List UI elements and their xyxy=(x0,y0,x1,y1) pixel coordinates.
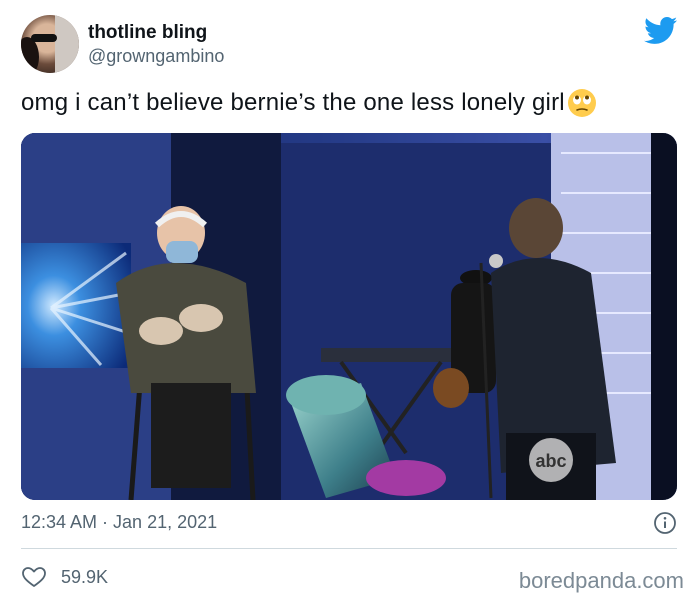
avatar-hair xyxy=(21,37,39,73)
heart-icon[interactable] xyxy=(21,565,47,589)
divider xyxy=(21,548,677,549)
avatar-background xyxy=(55,15,79,73)
concert-scene-image: abc xyxy=(21,133,677,500)
info-icon[interactable] xyxy=(653,511,677,535)
tweet-text: omg i can’t believe bernie’s the one les… xyxy=(21,89,565,116)
like-button[interactable]: 59.9K xyxy=(21,565,108,589)
tweet-image[interactable]: abc xyxy=(21,133,677,500)
author-display-name[interactable]: thotline bling xyxy=(88,22,207,44)
abc-logo: abc xyxy=(535,451,566,471)
tweet-timestamp[interactable]: 12:34 AM · Jan 21, 2021 xyxy=(21,512,217,533)
watermark: boredpanda.com xyxy=(518,568,684,593)
twitter-bird-icon[interactable] xyxy=(644,17,678,45)
tweet-body: omg i can’t believe bernie’s the one les… xyxy=(21,88,597,118)
author-handle[interactable]: @growngambino xyxy=(88,46,224,67)
rolling-eyes-emoji-icon xyxy=(567,89,596,117)
like-count: 59.9K xyxy=(61,566,109,587)
avatar-sunglasses xyxy=(31,34,57,42)
author-avatar[interactable] xyxy=(21,15,79,73)
